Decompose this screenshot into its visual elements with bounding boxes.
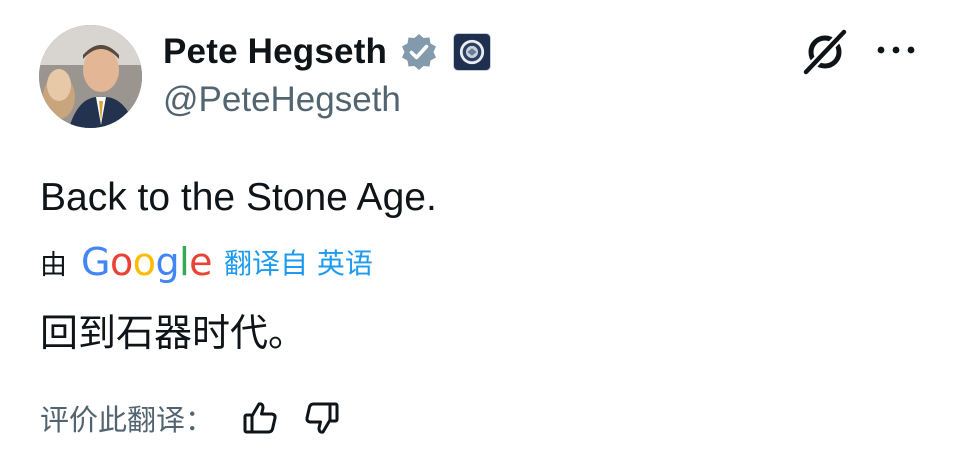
rate-translation-row: 评价此翻译： (40, 396, 342, 440)
grok-icon[interactable] (800, 28, 850, 76)
translated-from-link[interactable]: 翻译自 英语 (224, 242, 373, 282)
google-logo-letter: l (179, 240, 190, 284)
thumbs-down-icon[interactable] (302, 398, 342, 438)
translated-by-label: 由 (40, 249, 67, 281)
translation-attribution: 由 Google 翻译自 英语 (40, 240, 373, 284)
google-logo: Google (81, 240, 213, 284)
rate-translation-label: 评价此翻译： (40, 403, 215, 437)
affiliate-badge[interactable] (453, 33, 492, 71)
google-logo-letter: g (155, 240, 180, 284)
verified-badge-icon[interactable] (399, 32, 439, 72)
tweet-text: Back to the Stone Age. (40, 176, 437, 219)
google-logo-letter: o (109, 240, 133, 284)
display-name[interactable]: Pete Hegseth (163, 32, 387, 72)
profile-photo (39, 25, 142, 128)
translated-text: 回到石器时代。 (40, 311, 307, 355)
google-logo-letter: G (81, 240, 110, 284)
more-horizontal-icon[interactable] (874, 40, 918, 60)
avatar[interactable] (39, 25, 142, 128)
department-seal-icon (460, 39, 485, 65)
author-name-row: Pete Hegseth (163, 30, 492, 74)
google-logo-letter: o (132, 240, 156, 284)
thumbs-up-icon[interactable] (240, 398, 280, 438)
google-logo-letter: e (189, 240, 213, 284)
author-handle[interactable]: @PeteHegseth (163, 80, 401, 120)
